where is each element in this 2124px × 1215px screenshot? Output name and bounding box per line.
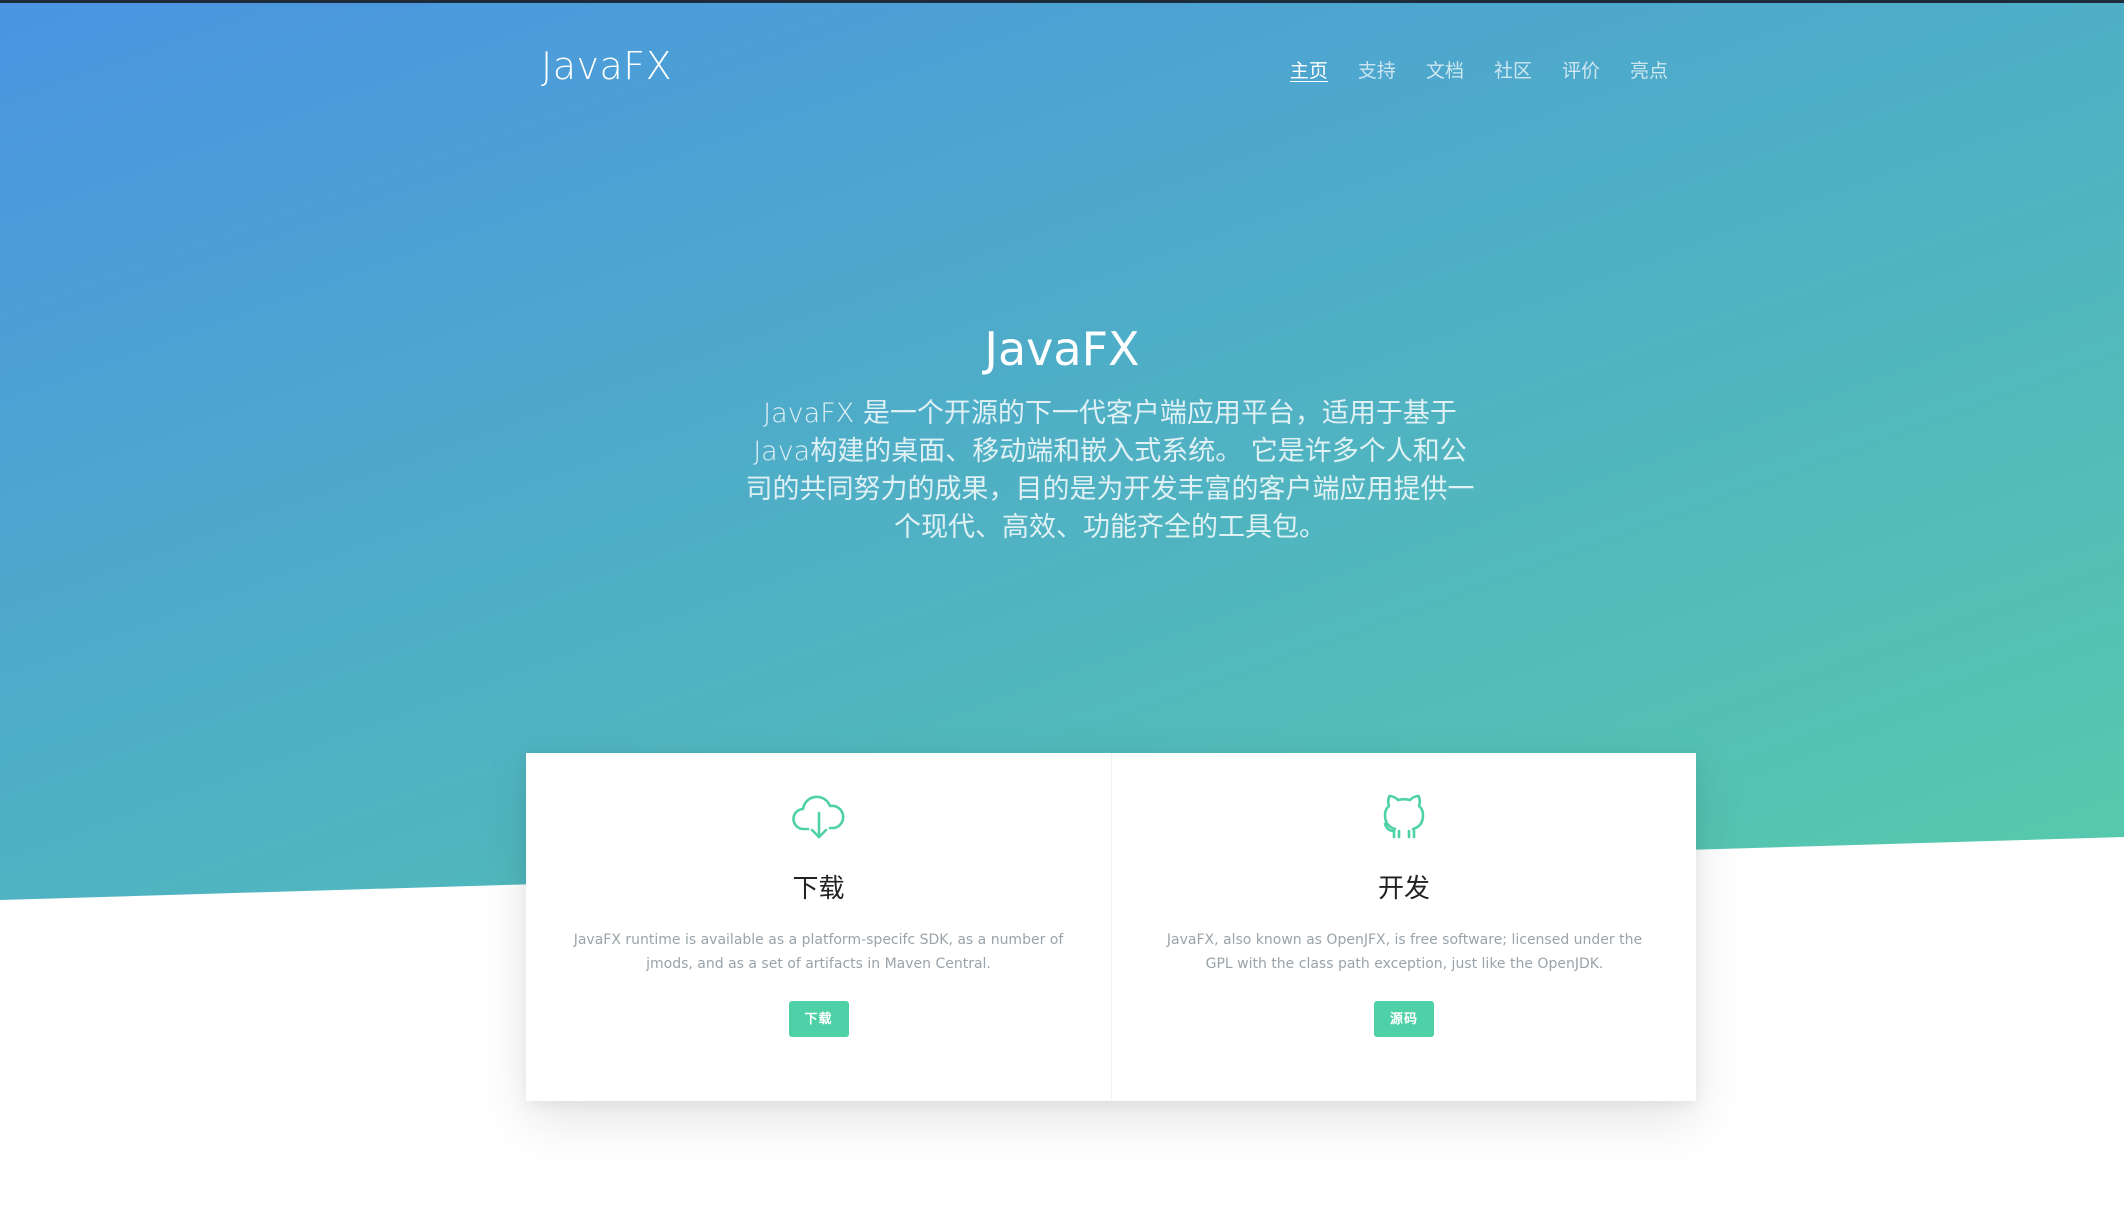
hero-description: JavaFX 是一个开源的下一代客户端应用平台，适用于基于Java构建的桌面、移…: [745, 398, 1475, 543]
hero-title: JavaFX: [984, 322, 1140, 376]
nav-support[interactable]: 支持: [1358, 56, 1396, 83]
develop-card-text: JavaFX, also known as OpenJFX, is free s…: [1166, 932, 1643, 972]
download-card-title: 下载: [792, 874, 845, 904]
download-card: 下载 JavaFX runtime is available as a plat…: [526, 753, 1111, 1101]
top-border: [0, 0, 2124, 3]
cloud-download-icon: [526, 791, 1111, 851]
feature-cards: 下载 JavaFX runtime is available as a plat…: [526, 753, 1696, 1101]
source-button[interactable]: 源码: [1374, 1001, 1434, 1037]
site-logo[interactable]: JavaFX: [541, 44, 672, 88]
develop-card: 开发 JavaFX, also known as OpenJFX, is fre…: [1111, 753, 1696, 1101]
nav-docs[interactable]: 文档: [1426, 56, 1464, 83]
main-nav: 主页 支持 文档 社区 评价 亮点: [1260, 56, 1668, 83]
github-icon: [1112, 791, 1696, 851]
nav-highlights[interactable]: 亮点: [1630, 56, 1668, 83]
develop-card-title: 开发: [1377, 874, 1430, 904]
nav-community[interactable]: 社区: [1494, 56, 1532, 83]
nav-home[interactable]: 主页: [1290, 56, 1328, 83]
download-card-text: JavaFX runtime is available as a platfor…: [573, 932, 1064, 972]
download-button[interactable]: 下载: [788, 1001, 849, 1037]
page: JavaFX 主页 支持 文档 社区 评价 亮点 JavaFX JavaFX 是…: [0, 0, 2124, 1215]
nav-reviews[interactable]: 评价: [1562, 56, 1600, 83]
